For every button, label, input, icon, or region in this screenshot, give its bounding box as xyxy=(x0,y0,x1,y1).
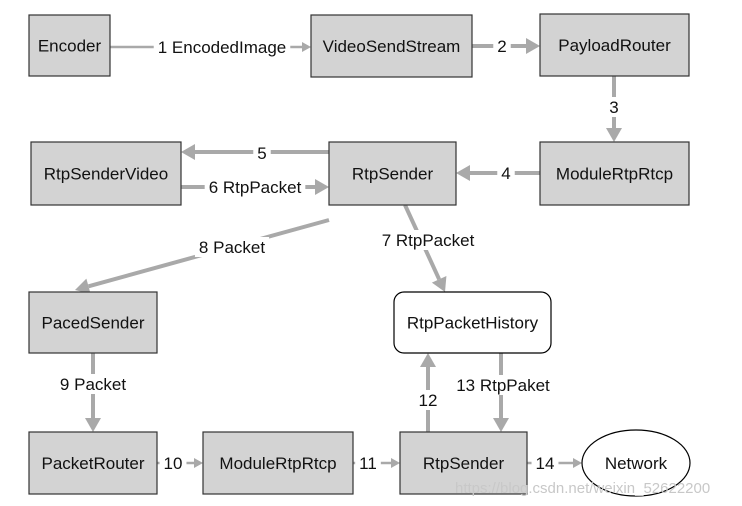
edge-video-send-stream-to-payload-router: 2 xyxy=(472,36,540,56)
arrowhead-icon xyxy=(526,38,540,54)
node-video-send-stream: VideoSendStream xyxy=(310,14,473,78)
node-label: Encoder xyxy=(38,37,102,56)
edge-label: 4 xyxy=(501,164,510,183)
edge-label: 1 EncodedImage xyxy=(158,38,287,57)
arrowhead-icon xyxy=(85,418,101,432)
node-label: PacedSender xyxy=(41,314,144,333)
edge-label: 6 RtpPacket xyxy=(209,178,302,197)
edge-rtp-sender-video-to-rtp-sender-top: 6 RtpPacket xyxy=(181,177,329,197)
node-rtp-packet-history: RtpPacketHistory xyxy=(393,291,552,354)
node-label: RtpPacketHistory xyxy=(407,314,539,333)
node-label: Network xyxy=(605,454,668,473)
edge-rtp-packet-history-to-rtp-sender-bottom: 13 RtpPaket xyxy=(452,353,554,432)
edge-rtp-sender-top-to-rtp-sender-video: 5 xyxy=(181,143,329,163)
arrowhead-icon xyxy=(391,458,400,468)
node-payload-router: PayloadRouter xyxy=(539,13,690,77)
edge-rtp-sender-bottom-to-rtp-packet-history: 12 xyxy=(414,353,442,432)
edge-packet-router-to-module-rtp-rtcp-bottom: 10 xyxy=(157,453,203,473)
arrowhead-icon xyxy=(456,165,470,181)
edge-module-rtp-rtcp-top-to-rtp-sender-top: 4 xyxy=(456,163,540,183)
arrowhead-icon xyxy=(315,179,329,195)
node-label: RtpSender xyxy=(423,454,505,473)
node-module-rtp-rtcp-bottom: ModuleRtpRtcp xyxy=(202,431,354,495)
arrowhead-icon xyxy=(573,458,582,468)
node-label: RtpSender xyxy=(352,165,434,184)
edge-label: 10 xyxy=(164,454,183,473)
arrowhead-icon xyxy=(493,418,509,432)
watermark: https://blog.csdn.net/weixin_52622200 xyxy=(455,480,710,497)
node-label: ModuleRtpRtcp xyxy=(556,165,673,184)
node-label: PacketRouter xyxy=(42,454,145,473)
arrowhead-icon xyxy=(606,128,622,142)
edge-label: 9 Packet xyxy=(60,375,126,394)
edge-module-rtp-rtcp-bottom-to-rtp-sender-bottom: 11 xyxy=(353,453,400,473)
edge-payload-router-to-module-rtp-rtcp-top: 3 xyxy=(605,76,623,142)
edge-encoder-to-video-send-stream: 1 EncodedImage xyxy=(110,37,311,57)
edge-label: 2 xyxy=(497,37,506,56)
node-paced-sender: PacedSender xyxy=(28,291,158,354)
edge-rtp-sender-bottom-to-network: 14 xyxy=(527,453,582,473)
edge-paced-sender-to-packet-router: 9 Packet xyxy=(55,353,131,432)
node-label: PayloadRouter xyxy=(558,36,671,55)
edge-label: 5 xyxy=(257,144,266,163)
edge-label: 12 xyxy=(419,391,438,410)
node-packet-router: PacketRouter xyxy=(28,431,158,495)
arrowhead-icon xyxy=(194,458,203,468)
edge-label: 3 xyxy=(609,98,618,117)
node-label: VideoSendStream xyxy=(323,37,461,56)
arrowhead-icon xyxy=(181,144,195,160)
node-rtp-sender-video: RtpSenderVideo xyxy=(30,141,182,206)
node-label: ModuleRtpRtcp xyxy=(219,454,336,473)
edge-label: 14 xyxy=(536,454,555,473)
diagram-canvas: 1 EncodedImage 2 3 4 5 6 RtpPacket 7 RtpPacket… xyxy=(28,13,710,497)
edge-label: 13 RtpPaket xyxy=(456,376,550,395)
arrowhead-icon xyxy=(420,353,436,367)
node-module-rtp-rtcp-top: ModuleRtpRtcp xyxy=(539,141,690,206)
edge-label: 11 xyxy=(359,454,377,473)
edge-label: 8 Packet xyxy=(199,238,265,257)
edge-rtp-sender-top-to-paced-sender: 8 Packet xyxy=(75,218,330,294)
edge-rtp-sender-top-to-rtp-packet-history: 7 RtpPacket xyxy=(377,204,479,292)
node-encoder: Encoder xyxy=(28,14,111,77)
edge-label: 7 RtpPacket xyxy=(382,231,475,250)
node-rtp-sender-top: RtpSender xyxy=(328,141,457,206)
arrowhead-icon xyxy=(302,42,311,52)
node-label: RtpSenderVideo xyxy=(44,165,168,184)
